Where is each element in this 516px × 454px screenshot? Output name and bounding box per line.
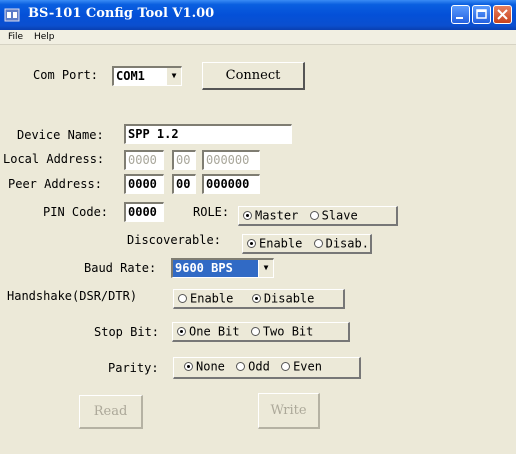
discoverable-disable-radio[interactable] [313,239,323,248]
parity-odd-radio[interactable] [236,362,246,371]
stop-bit-label: Stop Bit: [94,325,160,339]
handshake-label: Handshake(DSR/DTR) [7,289,138,303]
discoverable-disable-label: Disab. [325,236,369,251]
chevron-down-icon[interactable]: ▼ [258,260,273,277]
minimize-icon [456,17,463,19]
parity-group: None Odd Even [173,357,361,379]
peer-address-part-3[interactable]: 000000 [202,174,260,194]
handshake-disable-label: Disable [263,291,315,306]
com-port-select[interactable]: COM1 ▼ [112,66,182,86]
parity-none-radio[interactable] [184,362,193,371]
window-title: BS-101 Config Tool V1.00 [28,6,215,21]
handshake-enable-radio[interactable] [178,294,187,303]
discoverable-enable-label: Enable [259,236,303,251]
local-address-part-3: 000000 [202,150,260,170]
role-master-radio[interactable] [243,211,252,220]
parity-label: Parity: [108,361,159,375]
local-address-part-2: 00 [172,150,196,170]
baud-rate-select[interactable]: 9600 BPS ▼ [171,258,274,278]
role-group: Master Slave [238,206,398,226]
local-address-part-1: 0000 [124,150,164,170]
peer-address-part-2[interactable]: 00 [172,174,196,194]
discoverable-group: Enable Disab. [242,234,372,254]
handshake-group: Enable Disable [173,289,345,309]
parity-even-radio[interactable] [281,362,291,371]
read-button[interactable]: Read [79,395,143,429]
handshake-enable-label: Enable [190,291,234,306]
close-icon [497,9,508,20]
close-button[interactable] [493,5,512,24]
parity-odd-label: Odd [248,359,270,374]
parity-none-label: None [196,359,225,374]
local-address-label: Local Address: [3,152,105,166]
baud-rate-label: Baud Rate: [84,261,157,275]
pin-code-input[interactable]: 0000 [124,202,164,222]
write-button[interactable]: Write [258,393,320,429]
menu-file[interactable]: File [8,30,23,44]
stop-bit-two-radio[interactable] [250,327,260,336]
app-icon [4,8,20,22]
stop-bit-one-radio[interactable] [177,327,186,336]
chevron-down-icon[interactable]: ▼ [166,68,181,85]
menu-help[interactable]: Help [34,30,55,44]
discoverable-enable-radio[interactable] [247,239,256,248]
device-name-input[interactable]: SPP 1.2 [124,124,292,144]
discoverable-label: Discoverable: [127,233,221,247]
peer-address-part-1[interactable]: 0000 [124,174,164,194]
peer-address-label: Peer Address: [8,177,102,191]
parity-even-label: Even [293,359,322,374]
minimize-button[interactable] [451,5,470,24]
device-name-label: Device Name: [17,128,104,142]
baud-rate-value: 9600 BPS [173,260,258,277]
role-master-label: Master [255,208,299,223]
menu-bar [0,30,516,45]
stop-bit-one-label: One Bit [189,324,240,339]
maximize-button[interactable] [472,5,491,24]
stop-bit-two-label: Two Bit [262,324,314,339]
role-slave-radio[interactable] [309,211,319,220]
pin-code-label: PIN Code: [43,205,109,219]
stop-bit-group: One Bit Two Bit [172,322,350,342]
connect-button[interactable]: Connect [202,62,305,90]
maximize-icon [476,9,487,19]
com-port-value: COM1 [116,69,145,83]
role-label: ROLE: [193,205,230,219]
com-port-label: Com Port: [33,68,99,82]
role-slave-label: Slave [321,208,358,223]
handshake-disable-radio[interactable] [251,294,261,303]
